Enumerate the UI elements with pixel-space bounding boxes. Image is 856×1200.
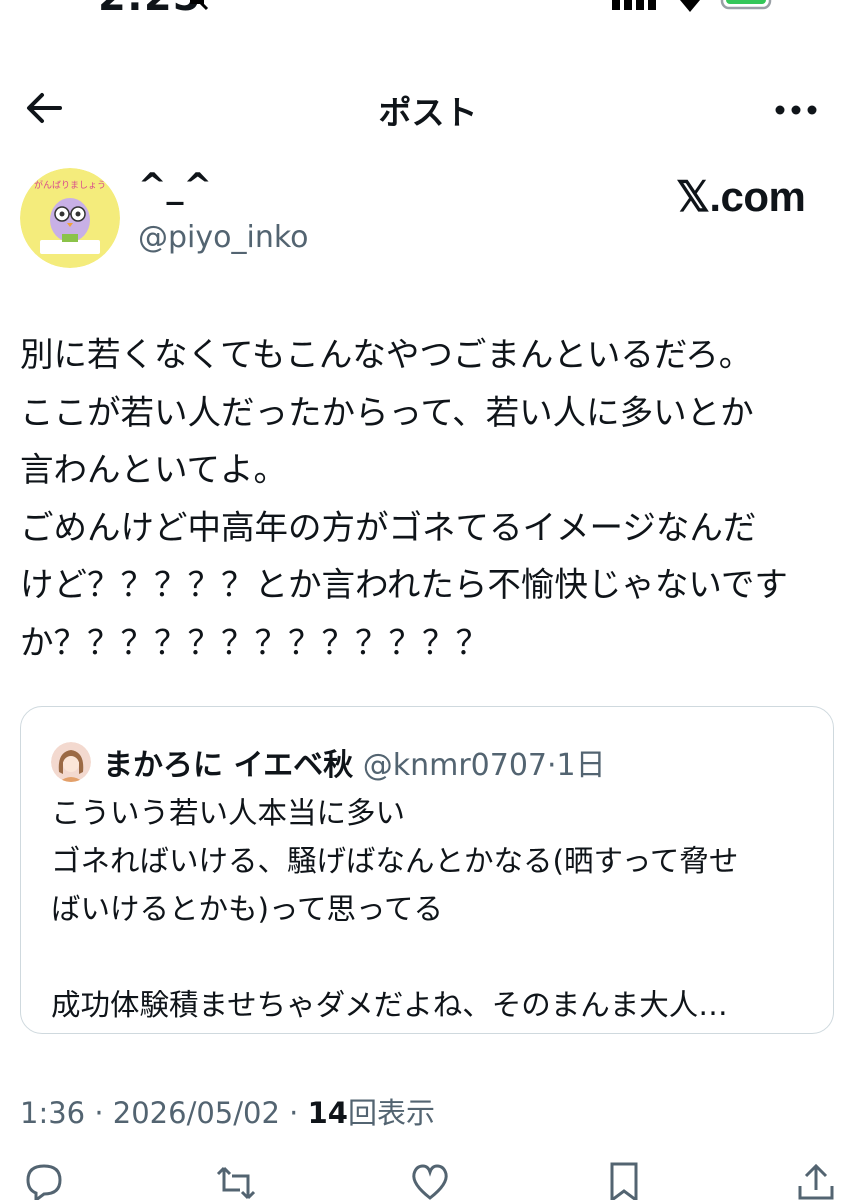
quoted-header: まかろに イエベ秋 @knmr0707·1日	[103, 740, 606, 784]
author-display-name[interactable]: ^_^	[138, 166, 212, 206]
reply-icon[interactable]	[22, 1160, 66, 1200]
battery-icon	[720, 0, 772, 10]
like-icon[interactable]	[408, 1160, 452, 1200]
bookmark-icon[interactable]	[602, 1160, 646, 1200]
share-icon[interactable]	[794, 1160, 838, 1200]
wifi-icon	[680, 0, 700, 12]
post-time: 1:36	[20, 1096, 86, 1130]
repost-icon[interactable]	[214, 1160, 258, 1200]
quoted-time: 1日	[556, 748, 606, 783]
meta-separator: ·	[94, 1096, 104, 1130]
author-avatar[interactable]: がんばりましょう	[20, 168, 120, 268]
quoted-post-card[interactable]: まかろに イエベ秋 @knmr0707·1日 こういう若い人本当に多い ゴネれば…	[20, 706, 834, 1034]
header-bar: ポスト	[0, 76, 856, 140]
more-icon[interactable]	[772, 86, 820, 130]
post-meta: 1:36 · 2026/05/02 · 14回表示	[20, 1090, 435, 1132]
views-label: 回表示	[347, 1096, 435, 1130]
girl-avatar-image	[51, 742, 91, 782]
author-handle[interactable]: @piyo_inko	[138, 220, 309, 255]
post-date: 2026/05/02	[112, 1096, 280, 1130]
bird-avatar-image: がんばりましょう	[20, 168, 120, 268]
bell-slash-icon	[190, 0, 209, 11]
page-title: ポスト	[378, 93, 478, 132]
action-bar	[0, 1160, 856, 1200]
quoted-separator: ·	[547, 748, 557, 783]
avatar-banner-text: がんばりましょう	[34, 179, 106, 191]
meta-separator-2: ·	[289, 1096, 299, 1130]
views-count[interactable]: 14	[308, 1096, 348, 1130]
post-text: 別に若くなくてもこんなやつごまんといるだろ。 ここが若い人だったからって、若い人…	[20, 335, 788, 662]
status-bar: 2:25	[0, 0, 856, 20]
quoted-display-name: まかろに イエベ秋	[103, 748, 354, 783]
quoted-text: こういう若い人本当に多い ゴネればいける、騒げばなんとかなる(晒すって脅せ ばい…	[51, 796, 739, 1022]
x-logo: 𝕏.com	[676, 173, 806, 220]
quoted-handle: @knmr0707	[362, 748, 547, 783]
signal-icon	[612, 0, 656, 10]
quoted-author-avatar	[51, 742, 91, 782]
